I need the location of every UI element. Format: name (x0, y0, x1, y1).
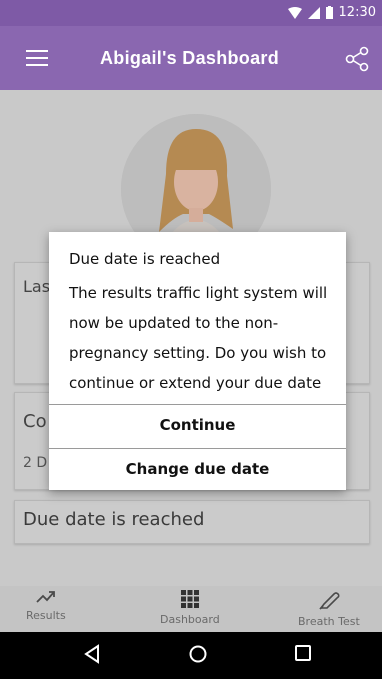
recents-icon[interactable] (294, 644, 312, 662)
last-result-label: Las (23, 277, 51, 296)
battery-icon (325, 6, 333, 19)
breath-test-icon (319, 592, 340, 610)
dialog-title: Due date is reached (69, 250, 221, 268)
back-icon[interactable] (83, 644, 101, 664)
co-sub-label: 2 D (23, 455, 48, 471)
app-bar: Abigail's Dashboard (0, 26, 382, 90)
share-icon[interactable] (344, 46, 370, 72)
nav-item-breath-test[interactable]: Breath Test (298, 590, 360, 628)
bottom-nav: Results Dashboard Breath Test (0, 586, 382, 632)
nav-item-dashboard[interactable]: Dashboard (160, 590, 220, 626)
nav-label-dashboard: Dashboard (160, 613, 220, 626)
menu-icon[interactable] (26, 50, 48, 66)
home-icon[interactable] (188, 644, 208, 664)
due-date-card[interactable]: Due date is reached (14, 500, 370, 544)
change-due-date-button[interactable]: Change due date (49, 460, 346, 478)
status-time: 12:30 (338, 5, 376, 20)
continue-button[interactable]: Continue (49, 416, 346, 434)
dialog-message: The results traffic light system will no… (69, 278, 339, 398)
status-bar: 12:30 (0, 0, 382, 26)
dialog-message-line: continue or extend your due date (69, 374, 322, 392)
nav-item-results[interactable]: Results (26, 590, 66, 622)
nav-label-results: Results (26, 609, 66, 622)
page-title: Abigail's Dashboard (100, 48, 280, 68)
dialog-message-line: pregnancy setting. Do you wish to (69, 344, 327, 362)
status-icons: 12:30 (287, 5, 376, 20)
dialog-divider (49, 448, 346, 449)
wifi-icon (287, 6, 302, 19)
nav-label-breath-test: Breath Test (298, 615, 360, 628)
trend-icon (36, 591, 55, 603)
signal-icon (307, 6, 320, 19)
due-date-dialog: Due date is reached The results traffic … (49, 232, 346, 490)
system-nav-bar (0, 632, 382, 679)
dialog-message-line: The results traffic light system will (69, 284, 328, 302)
co-label: Co (23, 411, 47, 432)
due-date-label: Due date is reached (23, 509, 205, 530)
dialog-message-line: now be updated to the non- (69, 314, 279, 332)
dialog-divider (49, 404, 346, 405)
grid-icon (180, 590, 199, 608)
